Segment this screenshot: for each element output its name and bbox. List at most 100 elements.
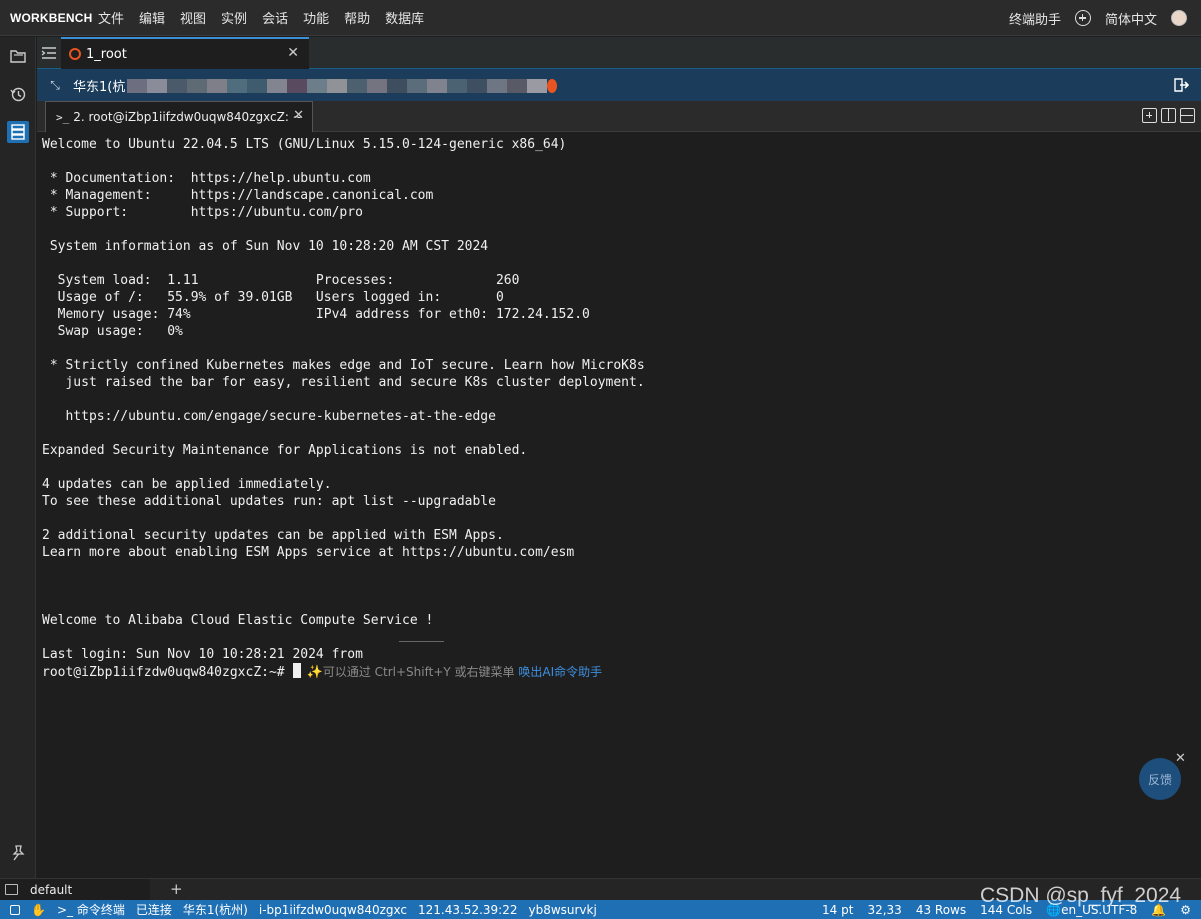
session-tab-bar: 1_root ✕ xyxy=(37,37,1201,69)
menu-session[interactable]: 会话 xyxy=(262,8,288,27)
terminal-prompt-line[interactable]: root@iZbp1iifzdw0uqw840zgxcZ:~# ✨可以通过 Ctr… xyxy=(42,663,645,680)
status-region: 华东1(杭州) xyxy=(182,903,248,917)
menu-edit[interactable]: 编辑 xyxy=(139,8,165,27)
add-circle-icon[interactable] xyxy=(1074,10,1091,26)
redacted-host-info xyxy=(127,79,558,93)
terminal-line: To see these additional updates run: apt… xyxy=(42,494,496,509)
activity-history[interactable] xyxy=(0,75,36,113)
terminal-line: 2 additional security updates can be app… xyxy=(42,528,504,543)
status-terminal[interactable]: >_ 命令终端 xyxy=(57,901,125,918)
terminal-text: Welcome to Ubuntu 22.04.5 LTS (GNU/Linux… xyxy=(42,136,645,680)
terminal-line: https://ubuntu.com/engage/secure-kuberne… xyxy=(42,409,496,424)
close-icon[interactable]: ✕ xyxy=(293,108,304,123)
session-tab-label: 1_root xyxy=(86,46,127,62)
close-icon[interactable]: ✕ xyxy=(287,45,299,61)
language-selector[interactable]: 简体中文 xyxy=(1105,9,1157,28)
avatar[interactable] xyxy=(1171,10,1187,26)
menubar-right: 终端助手 简体中文 xyxy=(1009,0,1187,36)
status-terminal-label: 命令终端 xyxy=(76,903,125,917)
status-ip: 121.43.52.39:22 xyxy=(418,902,518,917)
terminal-line: Welcome to Ubuntu 22.04.5 LTS (GNU/Linux… xyxy=(42,137,567,152)
main-menu: 文件 编辑 视图 实例 会话 功能 帮助 数据库 xyxy=(98,8,439,27)
app-brand: WORKBENCH xyxy=(10,10,93,25)
ai-assistant-link[interactable]: 唤出AI命令助手 xyxy=(518,665,602,679)
tab-list-button[interactable] xyxy=(39,43,59,63)
menu-view[interactable]: 视图 xyxy=(180,8,206,27)
terminal-icon xyxy=(5,884,18,895)
menu-features[interactable]: 功能 xyxy=(303,8,329,27)
status-session: yb8wsurvkj xyxy=(528,902,597,917)
status-rows: 43 Rows xyxy=(915,902,967,917)
split-controls xyxy=(1142,108,1195,123)
terminal-tab-label: 2. root@iZbp1iifzdw0uqw840zgxcZ: ~ xyxy=(73,110,303,124)
collapse-icon[interactable]: ⤡ xyxy=(37,78,73,93)
terminal-line: * Documentation: https://help.ubuntu.com xyxy=(42,171,371,186)
terminal-line: Swap usage: 0% xyxy=(42,324,183,339)
terminal-assistant-button[interactable]: 终端助手 xyxy=(1009,9,1061,28)
split-horizontal-icon[interactable] xyxy=(1180,108,1195,123)
host-bar: ⤡ 华东1(杭 xyxy=(37,69,1201,101)
terminal-icon: >_ xyxy=(56,903,77,917)
activity-bar xyxy=(0,37,36,878)
tab-terminal-2[interactable]: >_ 2. root@iZbp1iifzdw0uqw840zgxcZ: ~ ✕ xyxy=(45,101,313,132)
server-list-icon xyxy=(11,124,25,140)
pin-icon xyxy=(12,845,25,861)
ubuntu-icon xyxy=(69,48,81,60)
close-icon[interactable]: ✕ xyxy=(1175,751,1186,766)
terminal-tab-bar: >_ 2. root@iZbp1iifzdw0uqw840zgxcZ: ~ ✕ xyxy=(37,101,1201,132)
terminal-line: * Strictly confined Kubernetes makes edg… xyxy=(42,358,645,373)
disconnect-icon[interactable] xyxy=(1173,77,1189,93)
add-panel-icon[interactable]: + xyxy=(170,879,183,899)
server-list-box xyxy=(7,121,29,143)
activity-servers[interactable] xyxy=(0,113,36,151)
terminal-line: just raised the bar for easy, resilient … xyxy=(42,375,645,390)
status-left: ✋ >_ 命令终端 已连接 华东1(杭州) i-bp1iifzdw0uqw840… xyxy=(0,901,597,918)
status-instance: i-bp1iifzdw0uqw840zgxc xyxy=(258,902,407,917)
terminal-prompt-icon: >_ xyxy=(56,110,70,124)
ai-hint: ✨可以通过 Ctrl+Shift+Y 或右键菜单 xyxy=(306,665,519,680)
menu-file[interactable]: 文件 xyxy=(98,8,124,27)
shell-prompt: root@iZbp1iifzdw0uqw840zgxcZ:~# xyxy=(42,665,285,680)
hand-icon[interactable]: ✋ xyxy=(31,903,46,917)
terminal-line: System information as of Sun Nov 10 10:2… xyxy=(42,239,489,254)
status-font-size[interactable]: 14 pt xyxy=(822,903,853,917)
terminal-line: Usage of /: 55.9% of 39.01GB Users logge… xyxy=(42,290,504,305)
ai-hint-text: 可以通过 Ctrl+Shift+Y 或右键菜单 xyxy=(322,665,515,679)
terminal-line: Learn more about enabling ESM Apps servi… xyxy=(42,545,575,560)
panel-tab-label: default xyxy=(30,882,73,897)
menu-bar: WORKBENCH 文件 编辑 视图 实例 会话 功能 帮助 数据库 终端助手 … xyxy=(0,0,1201,36)
terminal-line: Welcome to Alibaba Cloud Elastic Compute… xyxy=(42,613,434,628)
menu-help[interactable]: 帮助 xyxy=(344,8,370,27)
terminal-line: Memory usage: 74% IPv4 address for eth0:… xyxy=(42,307,590,322)
layers-icon[interactable] xyxy=(10,904,20,915)
watermark: CSDN @sp_fyf_2024 xyxy=(980,884,1182,907)
terminal-line: * Management: https://landscape.canonica… xyxy=(42,188,434,203)
folder-icon xyxy=(10,50,26,63)
menu-instance[interactable]: 实例 xyxy=(221,8,247,27)
menu-database[interactable]: 数据库 xyxy=(385,8,424,27)
tab-session-1-root[interactable]: 1_root ✕ xyxy=(61,37,309,69)
settings-icon[interactable]: ⚙ xyxy=(1180,903,1191,917)
sparkle-icon: ✨ xyxy=(306,665,323,680)
terminal-line: System load: 1.11 Processes: 260 xyxy=(42,273,520,288)
activity-pin[interactable] xyxy=(0,834,36,872)
status-cursor: 32,33 xyxy=(867,902,902,917)
list-indent-icon xyxy=(41,47,56,59)
panel-tab-default[interactable]: default xyxy=(0,879,150,900)
terminal-line: Expanded Security Maintenance for Applic… xyxy=(42,443,528,458)
terminal-line: * Support: https://ubuntu.com/pro xyxy=(42,205,363,220)
new-terminal-icon[interactable] xyxy=(1142,108,1157,123)
terminal-output[interactable]: Welcome to Ubuntu 22.04.5 LTS (GNU/Linux… xyxy=(37,132,1201,878)
activity-files[interactable] xyxy=(0,37,36,75)
split-vertical-icon[interactable] xyxy=(1161,108,1176,123)
